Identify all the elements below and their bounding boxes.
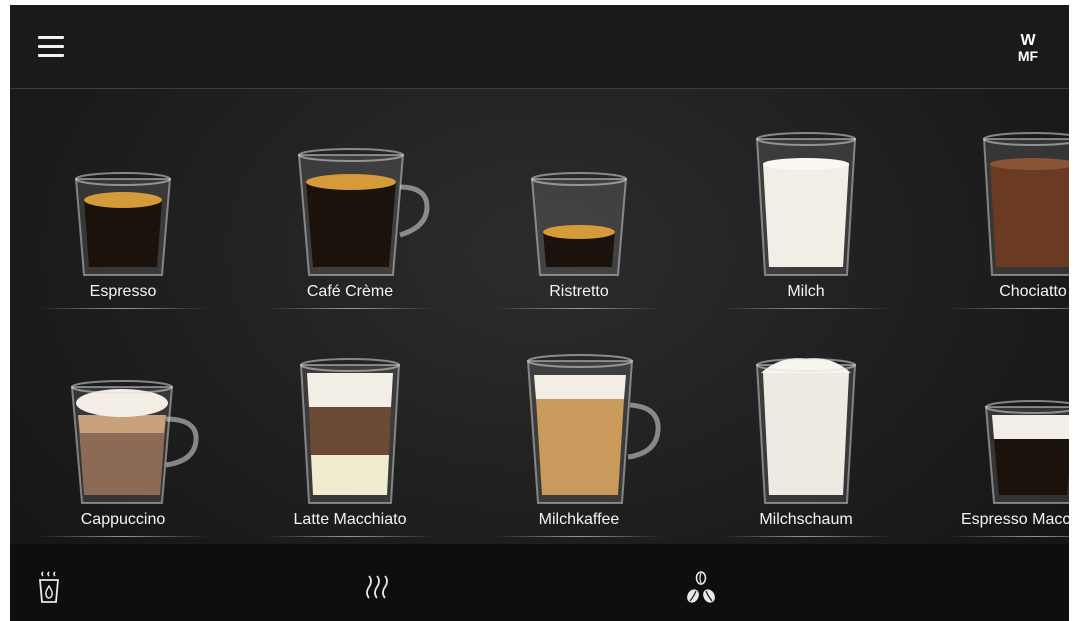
drink-tile-milchschaum[interactable]: Milchschaum xyxy=(721,315,891,537)
drink-tile-chociatto[interactable]: Chociatto xyxy=(948,87,1069,309)
drink-tile-espresso-macchiato[interactable]: Espresso Macchiato xyxy=(948,315,1069,537)
divider xyxy=(948,308,1069,309)
drink-tile-milch[interactable]: Milch xyxy=(721,87,891,309)
cafe-creme-cup-icon xyxy=(297,148,430,276)
chocolate-glass-icon xyxy=(982,132,1069,276)
drink-label: Chociatto xyxy=(999,283,1067,300)
divider xyxy=(38,536,208,537)
coffee-beans-icon[interactable] xyxy=(684,570,718,606)
divider xyxy=(494,308,664,309)
milk-foam-glass-icon xyxy=(755,358,857,504)
drink-label: Espresso xyxy=(89,283,157,300)
divider xyxy=(265,536,435,537)
drink-tile-latte-macchiato[interactable]: Latte Macchiato xyxy=(265,315,435,537)
top-bar: W MF xyxy=(10,5,1069,89)
drink-tile-milchkaffee[interactable]: Milchkaffee xyxy=(494,315,664,537)
drink-label: Café Crème xyxy=(306,283,394,300)
milchkaffee-cup-icon xyxy=(526,354,661,504)
espresso-macchiato-glass-icon xyxy=(984,400,1069,504)
coffee-machine-screen: W MF Espresso Café Crème Ristretto Milch… xyxy=(10,5,1069,621)
drink-tile-espresso[interactable]: Espresso xyxy=(38,87,208,309)
drink-grid: Espresso Café Crème Ristretto Milch Choc… xyxy=(10,89,1069,544)
ristretto-cup-icon xyxy=(530,172,628,276)
hamburger-menu-icon[interactable] xyxy=(38,36,64,58)
drink-label: Latte Macchiato xyxy=(293,511,407,528)
logo-top-letter: W xyxy=(1020,32,1036,49)
drink-label: Milchschaum xyxy=(759,511,853,528)
bottom-bar xyxy=(10,544,1069,621)
drink-tile-cafe-creme[interactable]: Café Crème xyxy=(265,87,435,309)
drink-label: Milchkaffee xyxy=(538,511,620,528)
divider xyxy=(38,308,208,309)
latte-macchiato-glass-icon xyxy=(299,358,401,504)
drink-label: Ristretto xyxy=(549,283,609,300)
drink-tile-ristretto[interactable]: Ristretto xyxy=(494,87,664,309)
steam-icon[interactable] xyxy=(365,574,389,600)
logo-bottom-letters: MF xyxy=(1018,48,1039,64)
cappuccino-cup-icon xyxy=(70,380,199,504)
divider xyxy=(265,308,435,309)
divider xyxy=(721,308,891,309)
wmf-logo: W MF xyxy=(1018,32,1039,64)
divider xyxy=(948,536,1069,537)
drink-label: Cappuccino xyxy=(80,511,166,528)
milk-glass-icon xyxy=(755,132,857,276)
hot-water-cup-icon[interactable] xyxy=(38,570,60,604)
divider xyxy=(721,536,891,537)
drink-tile-cappuccino[interactable]: Cappuccino xyxy=(38,315,208,537)
drink-label: Milch xyxy=(787,283,825,300)
drink-label: Espresso Macchiato xyxy=(960,511,1069,528)
divider xyxy=(494,536,664,537)
espresso-cup-icon xyxy=(74,172,172,276)
